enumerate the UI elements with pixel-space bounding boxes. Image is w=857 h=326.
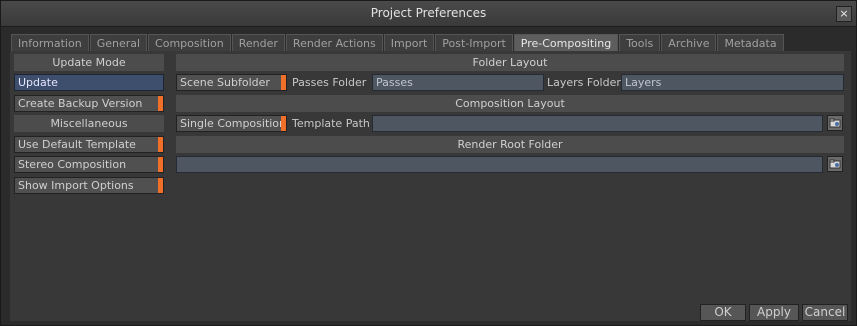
- preferences-window: Project Preferences × Information Genera…: [0, 0, 857, 326]
- toggle-indicator: [281, 75, 286, 90]
- single-composition-label: Single Composition: [180, 117, 287, 130]
- folder-layout-header: Folder Layout: [176, 54, 844, 71]
- tab-bar: Information General Composition Render R…: [11, 34, 785, 52]
- folder-browse-icon[interactable]: [827, 115, 843, 131]
- cancel-button[interactable]: Cancel: [802, 304, 848, 321]
- stereo-composition-toggle[interactable]: Stereo Composition: [14, 156, 164, 173]
- title-bar: Project Preferences ×: [1, 1, 856, 27]
- template-path-label: Template Path: [292, 117, 370, 130]
- ok-button[interactable]: OK: [700, 304, 746, 321]
- update-mode-header: Update Mode: [14, 54, 164, 71]
- use-default-template-label: Use Default Template: [18, 138, 136, 151]
- close-icon[interactable]: ×: [836, 6, 852, 22]
- render-root-folder-input[interactable]: [176, 156, 823, 173]
- template-path-input[interactable]: [372, 115, 823, 132]
- show-import-options-label: Show Import Options: [18, 179, 134, 192]
- miscellaneous-header: Miscellaneous: [14, 115, 164, 132]
- use-default-template-toggle[interactable]: Use Default Template: [14, 136, 164, 153]
- toggle-indicator: [158, 137, 163, 152]
- tab-archive[interactable]: Archive: [661, 34, 717, 52]
- scene-subfolder-label: Scene Subfolder: [180, 76, 270, 89]
- apply-button[interactable]: Apply: [749, 304, 799, 321]
- tab-render-actions[interactable]: Render Actions: [285, 34, 383, 52]
- toggle-indicator: [158, 157, 163, 172]
- render-root-folder-header: Render Root Folder: [176, 136, 844, 153]
- tab-pre-compositing[interactable]: Pre-Compositing: [513, 34, 619, 52]
- update-button[interactable]: Update: [14, 74, 164, 91]
- show-import-options-toggle[interactable]: Show Import Options: [14, 177, 164, 194]
- toggle-indicator: [281, 116, 286, 131]
- layers-folder-input[interactable]: Layers: [621, 74, 844, 91]
- create-backup-version-label: Create Backup Version: [18, 97, 143, 110]
- toggle-indicator: [158, 178, 163, 193]
- tab-metadata[interactable]: Metadata: [717, 34, 784, 52]
- passes-folder-label: Passes Folder: [292, 76, 367, 89]
- tab-post-import[interactable]: Post-Import: [435, 34, 513, 52]
- tab-general[interactable]: General: [89, 34, 148, 52]
- passes-folder-input[interactable]: Passes: [372, 74, 544, 91]
- scene-subfolder-toggle[interactable]: Scene Subfolder: [176, 74, 287, 91]
- tab-render[interactable]: Render: [231, 34, 285, 52]
- tab-information[interactable]: Information: [11, 34, 89, 52]
- tab-tools[interactable]: Tools: [619, 34, 661, 52]
- stereo-composition-label: Stereo Composition: [18, 158, 127, 171]
- single-composition-toggle[interactable]: Single Composition: [176, 115, 287, 132]
- layers-folder-label: Layers Folder: [547, 76, 621, 89]
- folder-browse-icon[interactable]: [827, 156, 843, 172]
- pre-compositing-panel: Update Mode Update Create Backup Version…: [10, 51, 851, 321]
- tab-import[interactable]: Import: [383, 34, 435, 52]
- tab-composition[interactable]: Composition: [148, 34, 231, 52]
- toggle-indicator: [158, 96, 163, 111]
- folder-browse-glyph: [829, 159, 841, 169]
- create-backup-version-toggle[interactable]: Create Backup Version: [14, 95, 164, 112]
- composition-layout-header: Composition Layout: [176, 95, 844, 112]
- window-title: Project Preferences: [370, 6, 487, 20]
- folder-browse-glyph: [829, 118, 841, 128]
